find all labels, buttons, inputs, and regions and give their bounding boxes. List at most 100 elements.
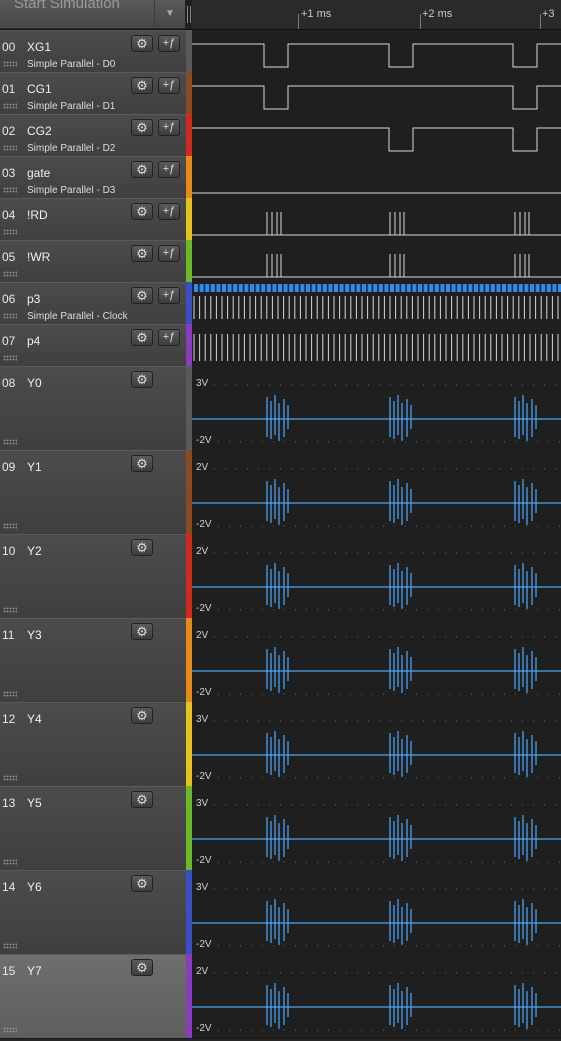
drag-handle-icon[interactable] [3, 229, 17, 235]
gear-icon[interactable]: ⚙ [131, 707, 153, 724]
channel-name[interactable]: Y1 [27, 460, 42, 474]
channel-row-10[interactable]: 10 Y2 ⚙ 2V -2V [0, 534, 561, 619]
channel-name[interactable]: CG2 [27, 124, 52, 138]
channel-name[interactable]: Y0 [27, 376, 42, 390]
channel-header[interactable]: 03 gate Simple Parallel - D3 ⚙ +ƒ [0, 156, 186, 198]
waveform-area[interactable]: 3V -2V [192, 366, 561, 450]
channel-header[interactable]: 10 Y2 ⚙ [0, 534, 186, 618]
gear-icon[interactable]: ⚙ [131, 203, 153, 220]
channel-header[interactable]: 15 Y7 ⚙ [0, 954, 186, 1038]
channel-row-15[interactable]: 15 Y7 ⚙ 2V -2V [0, 954, 561, 1039]
channel-row-04[interactable]: 04 !RD ⚙ +ƒ [0, 198, 561, 241]
drag-handle-icon[interactable] [3, 607, 17, 613]
drag-handle-icon[interactable] [3, 943, 17, 949]
waveform-area[interactable] [192, 30, 561, 72]
channel-row-01[interactable]: 01 CG1 Simple Parallel - D1 ⚙ +ƒ [0, 72, 561, 115]
channel-header[interactable]: 13 Y5 ⚙ [0, 786, 186, 870]
waveform-area[interactable]: 3V -2V [192, 702, 561, 786]
channel-name[interactable]: !WR [27, 250, 50, 264]
trigger-edge-icon[interactable]: +ƒ [158, 161, 180, 178]
waveform-area[interactable]: 2V -2V [192, 954, 561, 1038]
channel-header[interactable]: 12 Y4 ⚙ [0, 702, 186, 786]
channel-name[interactable]: XG1 [27, 40, 51, 54]
gear-icon[interactable]: ⚙ [131, 623, 153, 640]
gear-icon[interactable]: ⚙ [131, 875, 153, 892]
trigger-edge-icon[interactable]: +ƒ [158, 35, 180, 52]
trigger-edge-icon[interactable]: +ƒ [158, 77, 180, 94]
drag-handle-icon[interactable] [3, 271, 17, 277]
gear-icon[interactable]: ⚙ [131, 119, 153, 136]
waveform-area[interactable] [192, 156, 561, 198]
gear-icon[interactable]: ⚙ [131, 959, 153, 976]
channel-header[interactable]: 06 p3 Simple Parallel - Clock ⚙ +ƒ [0, 282, 186, 324]
channel-row-02[interactable]: 02 CG2 Simple Parallel - D2 ⚙ +ƒ [0, 114, 561, 157]
channel-row-14[interactable]: 14 Y6 ⚙ 3V -2V [0, 870, 561, 955]
channel-row-07[interactable]: 07 p4 ⚙ +ƒ [0, 324, 561, 367]
drag-handle-icon[interactable] [3, 1027, 17, 1033]
trigger-edge-icon[interactable]: +ƒ [158, 119, 180, 136]
start-options-dropdown[interactable]: ▼ [154, 0, 185, 28]
waveform-area[interactable] [192, 240, 561, 282]
trigger-edge-icon[interactable]: +ƒ [158, 245, 180, 262]
waveform-area[interactable] [192, 198, 561, 240]
drag-handle-icon[interactable] [3, 859, 17, 865]
waveform-area[interactable] [192, 72, 561, 114]
drag-handle-icon[interactable] [3, 313, 17, 319]
gear-icon[interactable]: ⚙ [131, 161, 153, 178]
channel-header[interactable]: 05 !WR ⚙ +ƒ [0, 240, 186, 282]
channel-name[interactable]: !RD [27, 208, 48, 222]
channel-name[interactable]: gate [27, 166, 50, 180]
channel-header[interactable]: 11 Y3 ⚙ [0, 618, 186, 702]
trigger-edge-icon[interactable]: +ƒ [158, 203, 180, 220]
drag-handle-icon[interactable] [3, 775, 17, 781]
channel-name[interactable]: Y7 [27, 964, 42, 978]
channel-name[interactable]: Y2 [27, 544, 42, 558]
drag-handle-icon[interactable] [3, 187, 17, 193]
waveform-area[interactable]: 2V -2V [192, 450, 561, 534]
drag-handle-icon[interactable] [3, 145, 17, 151]
channel-row-13[interactable]: 13 Y5 ⚙ 3V -2V [0, 786, 561, 871]
channel-name[interactable]: Y6 [27, 880, 42, 894]
waveform-area[interactable]: 2V -2V [192, 618, 561, 702]
channel-name[interactable]: Y3 [27, 628, 42, 642]
channel-header[interactable]: 01 CG1 Simple Parallel - D1 ⚙ +ƒ [0, 72, 186, 114]
trigger-edge-icon[interactable]: +ƒ [158, 287, 180, 304]
drag-handle-icon[interactable] [3, 61, 17, 67]
gear-icon[interactable]: ⚙ [131, 539, 153, 556]
channel-name[interactable]: Y4 [27, 712, 42, 726]
channel-header[interactable]: 02 CG2 Simple Parallel - D2 ⚙ +ƒ [0, 114, 186, 156]
channel-header[interactable]: 14 Y6 ⚙ [0, 870, 186, 954]
gear-icon[interactable]: ⚙ [131, 77, 153, 94]
drag-handle-icon[interactable] [3, 691, 17, 697]
channel-header[interactable]: 08 Y0 ⚙ [0, 366, 186, 450]
gear-icon[interactable]: ⚙ [131, 329, 153, 346]
waveform-area[interactable] [192, 282, 561, 324]
waveform-area[interactable] [192, 324, 561, 366]
channel-header[interactable]: 04 !RD ⚙ +ƒ [0, 198, 186, 240]
gear-icon[interactable]: ⚙ [131, 287, 153, 304]
channel-name[interactable]: CG1 [27, 82, 52, 96]
channel-row-03[interactable]: 03 gate Simple Parallel - D3 ⚙ +ƒ [0, 156, 561, 199]
gear-icon[interactable]: ⚙ [131, 455, 153, 472]
channel-header[interactable]: 07 p4 ⚙ +ƒ [0, 324, 186, 366]
channel-row-06[interactable]: 06 p3 Simple Parallel - Clock ⚙ +ƒ [0, 282, 561, 325]
gear-icon[interactable]: ⚙ [131, 371, 153, 388]
start-simulation-button[interactable]: Start Simulation ▼ [0, 0, 186, 28]
waveform-area[interactable]: 2V -2V [192, 534, 561, 618]
waveform-area[interactable]: 3V -2V [192, 786, 561, 870]
drag-handle-icon[interactable] [3, 523, 17, 529]
channel-name[interactable]: Y5 [27, 796, 42, 810]
channel-header[interactable]: 00 XG1 Simple Parallel - D0 ⚙ +ƒ [0, 30, 186, 72]
channel-row-12[interactable]: 12 Y4 ⚙ 3V -2V [0, 702, 561, 787]
trigger-edge-icon[interactable]: +ƒ [158, 329, 180, 346]
gear-icon[interactable]: ⚙ [131, 245, 153, 262]
channel-name[interactable]: p4 [27, 334, 40, 348]
waveform-area[interactable] [192, 114, 561, 156]
channel-row-05[interactable]: 05 !WR ⚙ +ƒ [0, 240, 561, 283]
channel-row-11[interactable]: 11 Y3 ⚙ 2V -2V [0, 618, 561, 703]
channel-name[interactable]: p3 [27, 292, 40, 306]
channel-row-00[interactable]: 00 XG1 Simple Parallel - D0 ⚙ +ƒ [0, 30, 561, 73]
panel-splitter[interactable] [186, 0, 192, 29]
channel-header[interactable]: 09 Y1 ⚙ [0, 450, 186, 534]
gear-icon[interactable]: ⚙ [131, 791, 153, 808]
